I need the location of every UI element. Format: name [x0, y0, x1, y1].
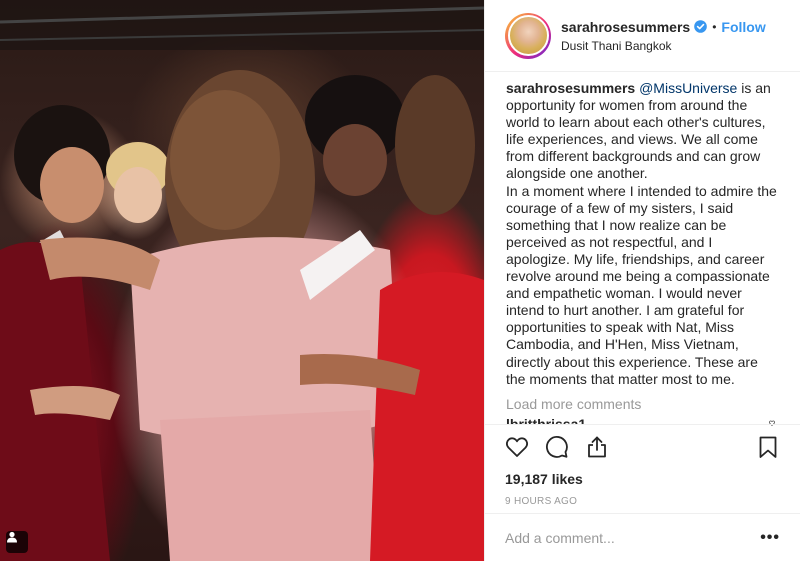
header-info: sarahrosesummers • Follow Dusit Thani Ba… [561, 19, 766, 53]
post-actions: 19,187 likes 9 HOURS AGO [485, 424, 800, 507]
caption-paragraph-1: sarahrosesummers @MissUniverse is an opp… [506, 80, 779, 183]
avatar-story-ring[interactable] [505, 12, 551, 59]
avatar[interactable] [507, 15, 549, 56]
load-more-comments-button[interactable]: Load more comments [506, 396, 779, 412]
action-icons-row [505, 425, 780, 469]
likes-count[interactable]: 19,187 likes [505, 471, 780, 487]
bookmark-icon[interactable] [756, 435, 780, 459]
more-options-button[interactable]: ••• [760, 529, 780, 547]
post-header: sarahrosesummers • Follow Dusit Thani Ba… [485, 0, 800, 72]
caption-mention[interactable]: @MissUniverse [639, 80, 737, 96]
header-row: sarahrosesummers • Follow [561, 19, 766, 35]
photo-illustration [0, 0, 484, 561]
add-comment-input[interactable] [505, 529, 761, 546]
username-link[interactable]: sarahrosesummers [561, 19, 690, 35]
follow-button[interactable]: Follow [721, 19, 765, 35]
location-link[interactable]: Dusit Thani Bangkok [561, 39, 766, 53]
comment-box: ••• [485, 513, 800, 561]
heart-icon[interactable] [505, 435, 529, 459]
user-tag-icon[interactable] [6, 531, 28, 553]
post-side-panel: sarahrosesummers • Follow Dusit Thani Ba… [484, 0, 800, 561]
caption-text: sarahrosesummers @MissUniverse is an opp… [506, 80, 779, 388]
post-timestamp[interactable]: 9 HOURS AGO [505, 496, 780, 507]
verified-badge-icon [694, 20, 707, 33]
caption-username[interactable]: sarahrosesummers [506, 80, 635, 96]
caption-paragraph-2: In a moment where I intended to admire t… [506, 182, 777, 387]
separator-dot: • [712, 19, 717, 34]
caption-area: sarahrosesummers @MissUniverse is an opp… [485, 72, 800, 420]
share-upload-icon[interactable] [585, 435, 609, 459]
comment-bubble-icon[interactable] [545, 435, 569, 459]
post-photo[interactable] [0, 0, 484, 561]
